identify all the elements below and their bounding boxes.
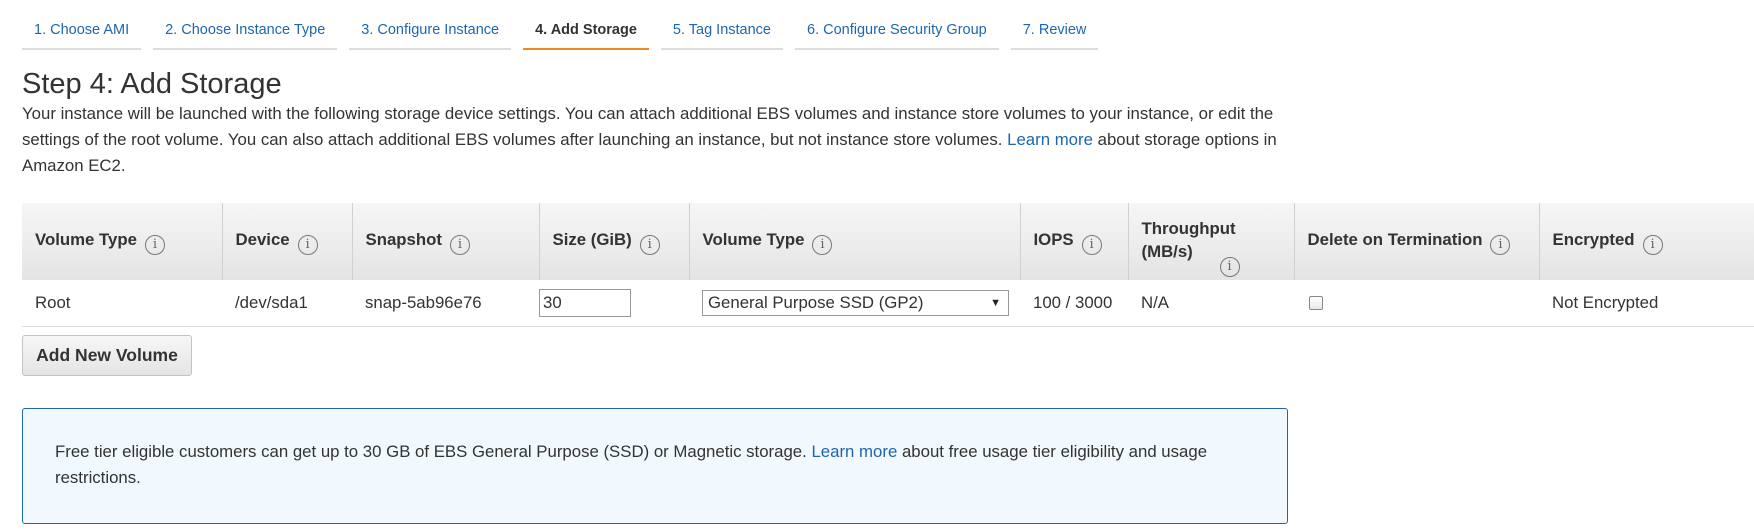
free-tier-notice: Free tier eligible customers can get up …	[22, 408, 1288, 524]
info-icon[interactable]: i	[449, 235, 470, 255]
header-label: Volume Type	[702, 230, 805, 249]
step-configure-instance[interactable]: 3. Configure Instance	[349, 14, 512, 50]
header-iops: IOPS i	[1020, 203, 1129, 280]
step-choose-ami[interactable]: 1. Choose AMI	[22, 14, 142, 50]
size-input[interactable]	[539, 288, 631, 317]
cell-encrypted: Not Encrypted	[1552, 292, 1659, 312]
cell-size	[539, 280, 689, 326]
delete-on-termination-checkbox[interactable]	[1309, 296, 1323, 311]
volume-type-selected: General Purpose SSD (GP2)	[708, 292, 924, 312]
page-title: Step 4: Add Storage	[22, 68, 282, 100]
add-new-volume-button[interactable]: Add New Volume	[22, 335, 192, 376]
page-description: Your instance will be launched with the …	[22, 101, 1302, 179]
info-icon[interactable]: i	[144, 235, 165, 255]
cell-device: /dev/sda1	[235, 292, 308, 312]
cell-delete-on-termination	[1294, 280, 1539, 326]
header-label: IOPS	[1033, 230, 1074, 249]
step-choose-instance-type[interactable]: 2. Choose Instance Type	[153, 14, 338, 50]
info-icon[interactable]: i	[297, 235, 318, 255]
info-icon[interactable]: i	[639, 235, 660, 255]
header-label: Volume Type	[35, 230, 137, 249]
header-label: Device	[235, 230, 290, 249]
learn-more-link[interactable]: Learn more	[1007, 130, 1093, 149]
cell-ebs-volume-type: General Purpose SSD (GP2) ▼	[689, 280, 1020, 326]
wizard-steps: 1. Choose AMI 2. Choose Instance Type 3.…	[22, 14, 1099, 50]
cell-iops: 100 / 3000	[1033, 292, 1113, 312]
table-row: Root /dev/sda1 snap-5ab96e76 General Pur…	[22, 280, 1754, 326]
header-label: Throughput (MB/s)	[1141, 218, 1236, 261]
cell-snapshot: snap-5ab96e76	[365, 292, 482, 312]
info-icon[interactable]: i	[1490, 235, 1511, 255]
cell-throughput: N/A	[1141, 292, 1169, 312]
cell-volume-type: Root	[35, 292, 71, 312]
volume-type-select[interactable]: General Purpose SSD (GP2) ▼	[702, 289, 1009, 316]
header-label: Size (GiB)	[552, 230, 632, 249]
header-label: Snapshot	[365, 230, 442, 249]
header-delete-on-termination: Delete on Termination i	[1294, 203, 1540, 280]
header-label: Delete on Termination	[1307, 230, 1483, 249]
header-label: Encrypted	[1552, 230, 1635, 249]
header-snapshot: Snapshot i	[352, 203, 540, 280]
info-icon[interactable]: i	[812, 235, 833, 255]
notice-text: Free tier eligible customers can get up …	[55, 442, 807, 461]
header-volume-type: Volume Type i	[22, 203, 223, 280]
step-tag-instance[interactable]: 5. Tag Instance	[660, 14, 783, 50]
info-icon[interactable]: i	[1219, 256, 1240, 277]
notice-learn-more-link[interactable]: Learn more	[811, 442, 897, 461]
header-size: Size (GiB) i	[539, 203, 690, 280]
table-header-row: Volume Type i Device i Snapshot i Size (GiB…	[22, 203, 1754, 280]
caret-down-icon: ▼	[990, 296, 1001, 309]
step-add-storage[interactable]: 4. Add Storage	[523, 14, 649, 50]
step-configure-security-group[interactable]: 6. Configure Security Group	[795, 14, 999, 50]
header-device: Device i	[222, 203, 353, 280]
info-icon[interactable]: i	[1642, 235, 1663, 255]
header-encrypted: Encrypted i	[1539, 203, 1754, 280]
storage-table: Volume Type i Device i Snapshot i Size (GiB…	[22, 203, 1754, 327]
step-review[interactable]: 7. Review	[1010, 14, 1099, 50]
info-icon[interactable]: i	[1081, 235, 1102, 255]
header-ebs-volume-type: Volume Type i	[689, 203, 1021, 280]
header-throughput: Throughput (MB/s)i	[1128, 203, 1295, 280]
